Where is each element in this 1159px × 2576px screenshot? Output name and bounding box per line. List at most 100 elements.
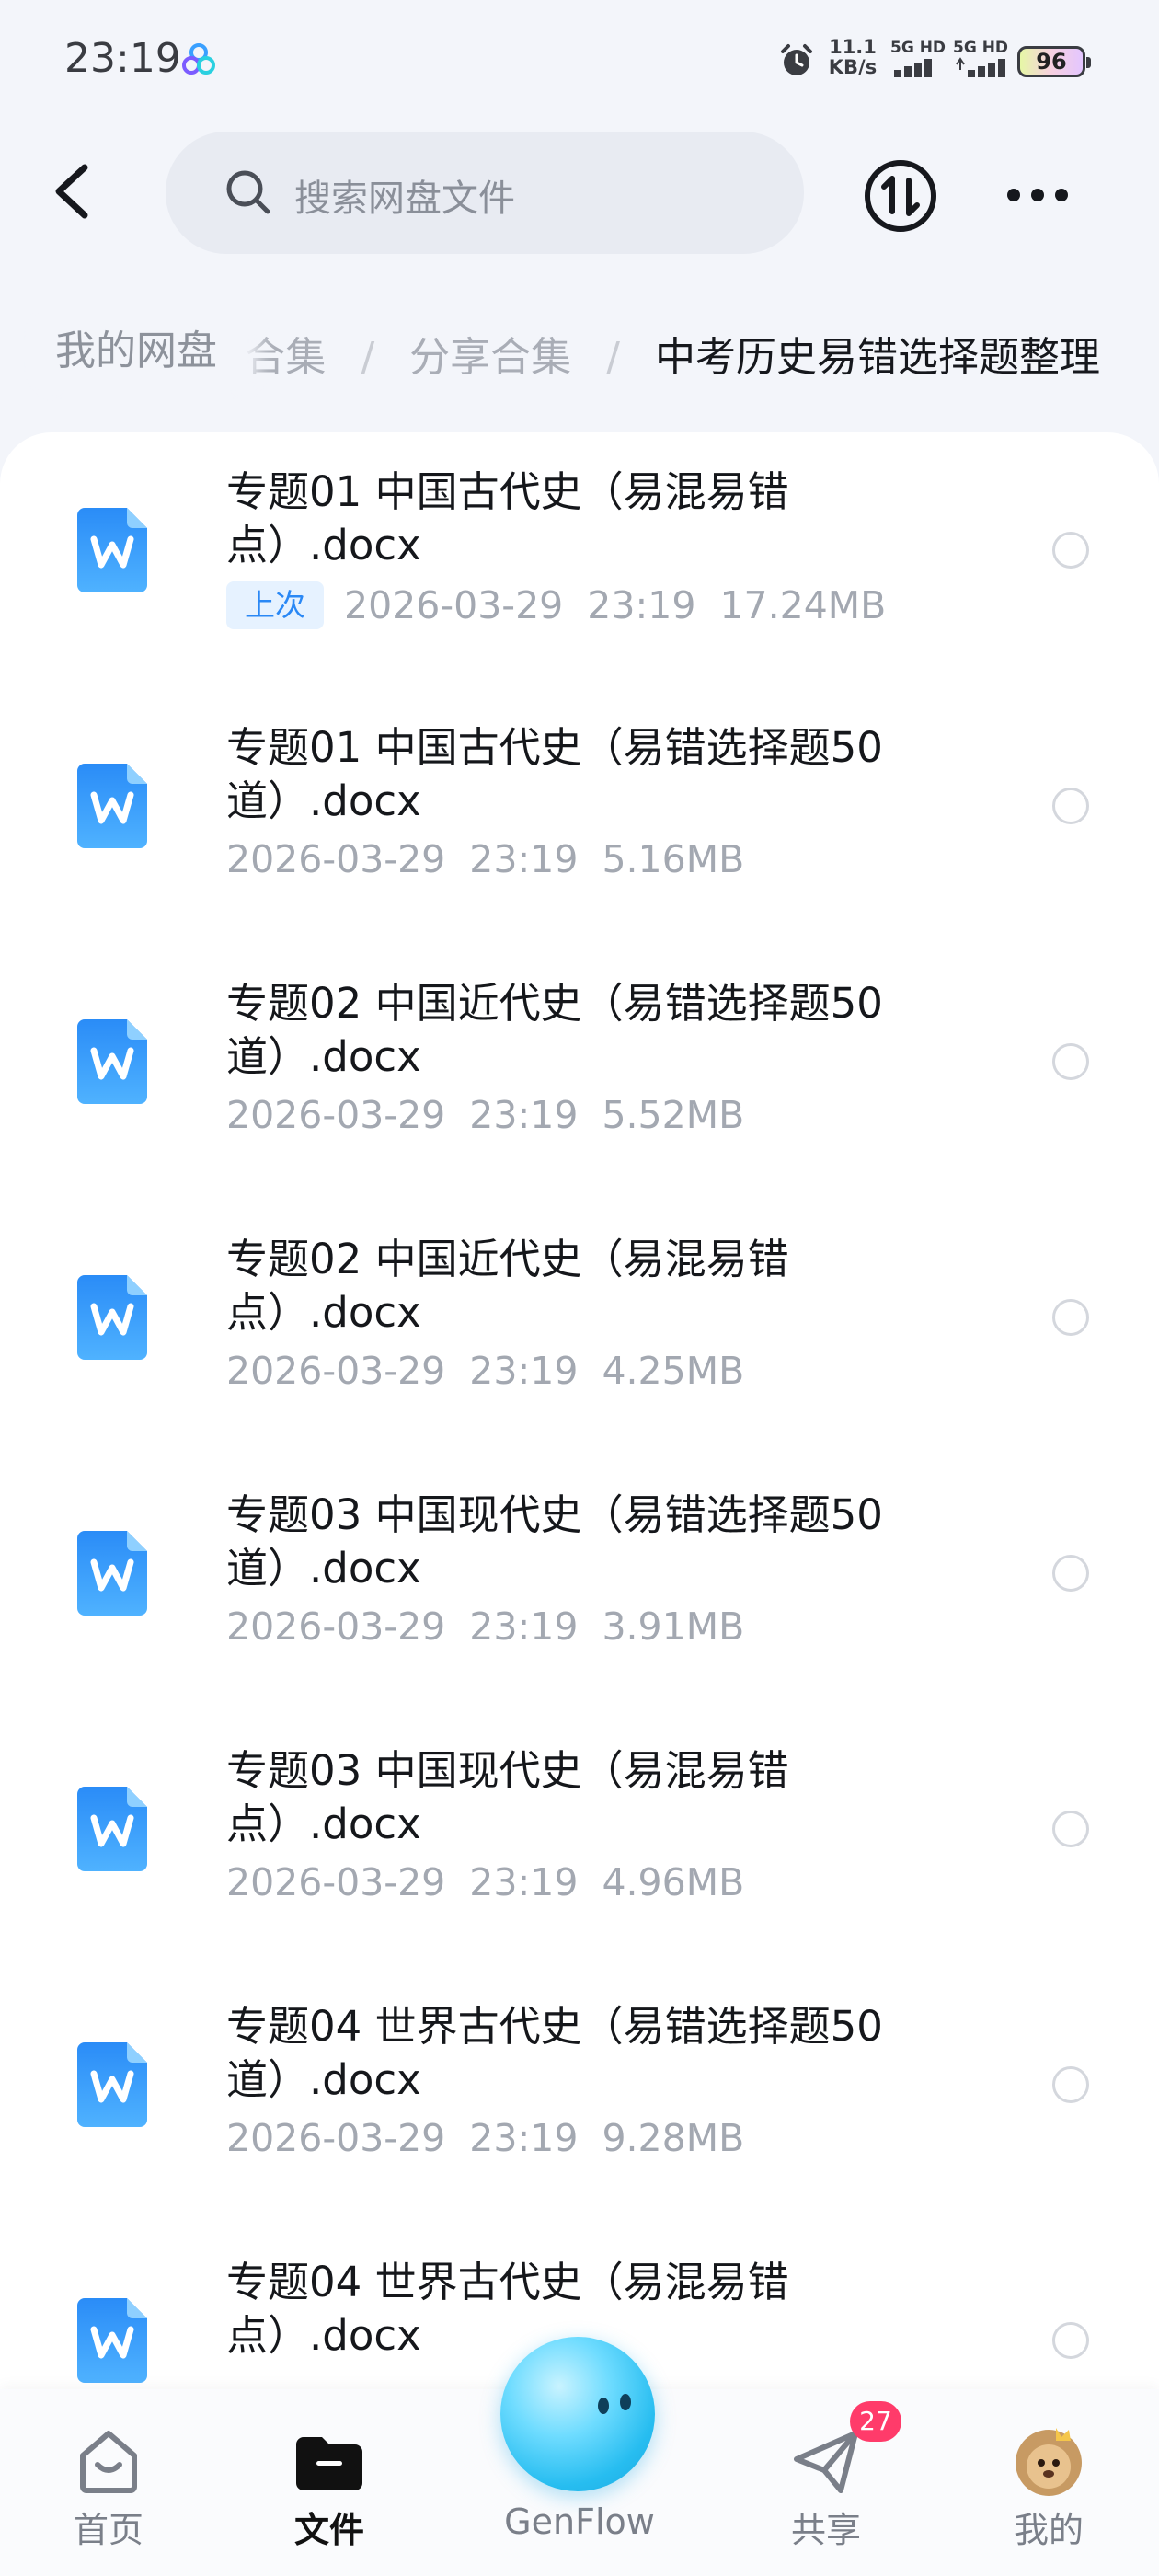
mascot-eye — [598, 2398, 609, 2414]
file-name: 专题03 中国现代史（易错选择题50道）.docx — [226, 1490, 883, 1593]
mascot-eye — [620, 2394, 631, 2410]
breadcrumb-current-folder: 中考历史易错选择题整理 — [655, 334, 1100, 381]
nav-files[interactable]: 文件 — [237, 2389, 421, 2576]
file-row[interactable]: 专题01 中国古代史（易错选择题50道）.docx 2026-03-29 23:… — [0, 688, 1159, 944]
file-name: 专题02 中国近代史（易混易错点）.docx — [226, 1235, 789, 1337]
select-checkbox[interactable] — [1052, 1299, 1089, 1336]
top-bar: 搜索网盘文件 — [0, 129, 1159, 258]
file-row[interactable]: 专题02 中国近代史（易混易错点）.docx 2026-03-29 23:19 … — [0, 1200, 1159, 1455]
file-time: 23:19 — [469, 1860, 579, 1904]
breadcrumb-separator: / — [606, 334, 620, 381]
search-icon — [226, 170, 270, 214]
file-row[interactable]: 专题03 中国现代史（易混易错点）.docx 2026-03-29 23:19 … — [0, 1711, 1159, 1967]
file-date: 2026-03-29 — [226, 1604, 446, 1649]
file-row[interactable]: 专题04 世界古代史（易错选择题50道）.docx 2026-03-29 23:… — [0, 1967, 1159, 2223]
file-row[interactable]: 专题02 中国近代史（易错选择题50道）.docx 2026-03-29 23:… — [0, 944, 1159, 1200]
file-date: 2026-03-29 — [226, 1093, 446, 1137]
nav-files-label: 文件 — [293, 2510, 364, 2550]
transfer-list-icon[interactable] — [863, 158, 938, 234]
word-document-icon — [77, 1787, 147, 1871]
nav-home[interactable]: 首页 — [17, 2389, 201, 2576]
network-speed-unit: KB/s — [828, 56, 878, 78]
file-size: 9.28MB — [602, 2116, 745, 2160]
back-arrow-icon[interactable] — [37, 155, 110, 228]
file-row[interactable]: 专题01 中国古代史（易混易错点）.docx 上次 2026-03-29 23:… — [0, 432, 1159, 688]
select-checkbox[interactable] — [1052, 788, 1089, 824]
file-list: 专题01 中国古代史（易混易错点）.docx 上次 2026-03-29 23:… — [0, 432, 1159, 2576]
last-opened-badge: 上次 — [226, 581, 324, 629]
file-meta: 上次 2026-03-29 23:19 17.24MB — [226, 581, 886, 629]
home-icon — [80, 2431, 137, 2493]
select-checkbox[interactable] — [1052, 1811, 1089, 1847]
nav-genflow-label: GenFlow — [504, 2501, 655, 2542]
file-size: 5.52MB — [602, 1093, 745, 1137]
breadcrumb-item-share-collection[interactable]: 分享合集 — [409, 334, 571, 381]
status-time: 23:19 — [64, 35, 181, 82]
file-name: 专题04 世界古代史（易错选择题50道）.docx — [226, 2002, 883, 2104]
file-date: 2026-03-29 — [226, 2116, 446, 2160]
nav-me[interactable]: 我的 — [957, 2389, 1141, 2576]
word-document-icon — [77, 1531, 147, 1616]
status-bar: 23:19 11.1 KB/s 5G HD 5G HD 96 — [0, 0, 1159, 124]
file-size: 4.25MB — [602, 1349, 745, 1393]
word-document-icon — [77, 2298, 147, 2383]
file-time: 23:19 — [469, 837, 579, 881]
breadcrumb-separator: / — [361, 334, 375, 381]
file-time: 23:19 — [469, 1604, 579, 1649]
file-name: 专题02 中国近代史（易错选择题50道）.docx — [226, 979, 883, 1081]
alarm-icon — [781, 44, 812, 75]
select-checkbox[interactable] — [1052, 2322, 1089, 2359]
file-meta: 2026-03-29 23:19 9.28MB — [226, 2116, 744, 2160]
file-time: 23:19 — [469, 1093, 579, 1137]
file-size: 5.16MB — [602, 837, 745, 881]
select-checkbox[interactable] — [1052, 1555, 1089, 1592]
paper-plane-icon — [794, 2431, 858, 2493]
select-checkbox[interactable] — [1052, 532, 1089, 569]
file-date: 2026-03-29 — [226, 837, 446, 881]
search-input[interactable]: 搜索网盘文件 — [166, 132, 804, 254]
file-date: 2026-03-29 — [344, 583, 564, 627]
word-document-icon — [77, 764, 147, 848]
file-meta: 2026-03-29 23:19 5.16MB — [226, 837, 744, 881]
file-name: 专题03 中国现代史（易混易错点）.docx — [226, 1746, 789, 1848]
file-date: 2026-03-29 — [226, 1349, 446, 1393]
sim1-signal-icon: 5G HD — [890, 39, 949, 81]
word-document-icon — [77, 508, 147, 592]
baidu-netdisk-logo-icon — [182, 43, 215, 75]
file-date: 2026-03-29 — [226, 1860, 446, 1904]
file-size: 3.91MB — [602, 1604, 745, 1649]
file-time: 23:19 — [469, 2116, 579, 2160]
file-time: 23:19 — [587, 583, 696, 627]
file-meta: 2026-03-29 23:19 5.52MB — [226, 1093, 744, 1137]
sim1-label: 5G HD — [890, 39, 947, 57]
breadcrumb-hidden-item[interactable]: 合集 — [245, 334, 326, 381]
network-speed-value: 11.1 — [829, 36, 877, 58]
more-options-icon[interactable] — [1001, 173, 1074, 217]
genflow-mascot-icon[interactable] — [500, 2337, 655, 2491]
breadcrumb: 合集 / 分享合集 / 中考历史易错选择题整理 我的网盘 — [0, 313, 1159, 401]
search-placeholder: 搜索网盘文件 — [294, 178, 515, 220]
network-speed: 11.1 KB/s — [828, 37, 878, 77]
file-meta: 2026-03-29 23:19 4.96MB — [226, 1860, 744, 1904]
file-size: 4.96MB — [602, 1860, 745, 1904]
word-document-icon — [77, 1019, 147, 1104]
select-checkbox[interactable] — [1052, 2066, 1089, 2103]
select-checkbox[interactable] — [1052, 1043, 1089, 1080]
breadcrumb-root-my-netdisk[interactable]: 我的网盘 — [26, 313, 247, 390]
sim2-label: 5G HD — [953, 39, 1009, 57]
avatar — [1016, 2428, 1082, 2496]
battery-indicator: 96 — [1017, 46, 1091, 77]
nav-share-label: 共享 — [790, 2510, 861, 2550]
folder-icon — [296, 2437, 362, 2490]
file-meta: 2026-03-29 23:19 4.25MB — [226, 1349, 744, 1393]
file-size: 17.24MB — [719, 583, 887, 627]
word-document-icon — [77, 1275, 147, 1360]
file-time: 23:19 — [469, 1349, 579, 1393]
nav-me-label: 我的 — [1013, 2510, 1084, 2550]
file-name: 专题01 中国古代史（易混易错点）.docx — [226, 467, 789, 569]
file-name: 专题01 中国古代史（易错选择题50道）.docx — [226, 723, 883, 825]
file-row[interactable]: 专题03 中国现代史（易错选择题50道）.docx 2026-03-29 23:… — [0, 1455, 1159, 1711]
file-meta: 2026-03-29 23:19 3.91MB — [226, 1604, 744, 1649]
share-notification-badge: 27 — [850, 2401, 901, 2442]
battery-level: 96 — [1036, 49, 1067, 75]
